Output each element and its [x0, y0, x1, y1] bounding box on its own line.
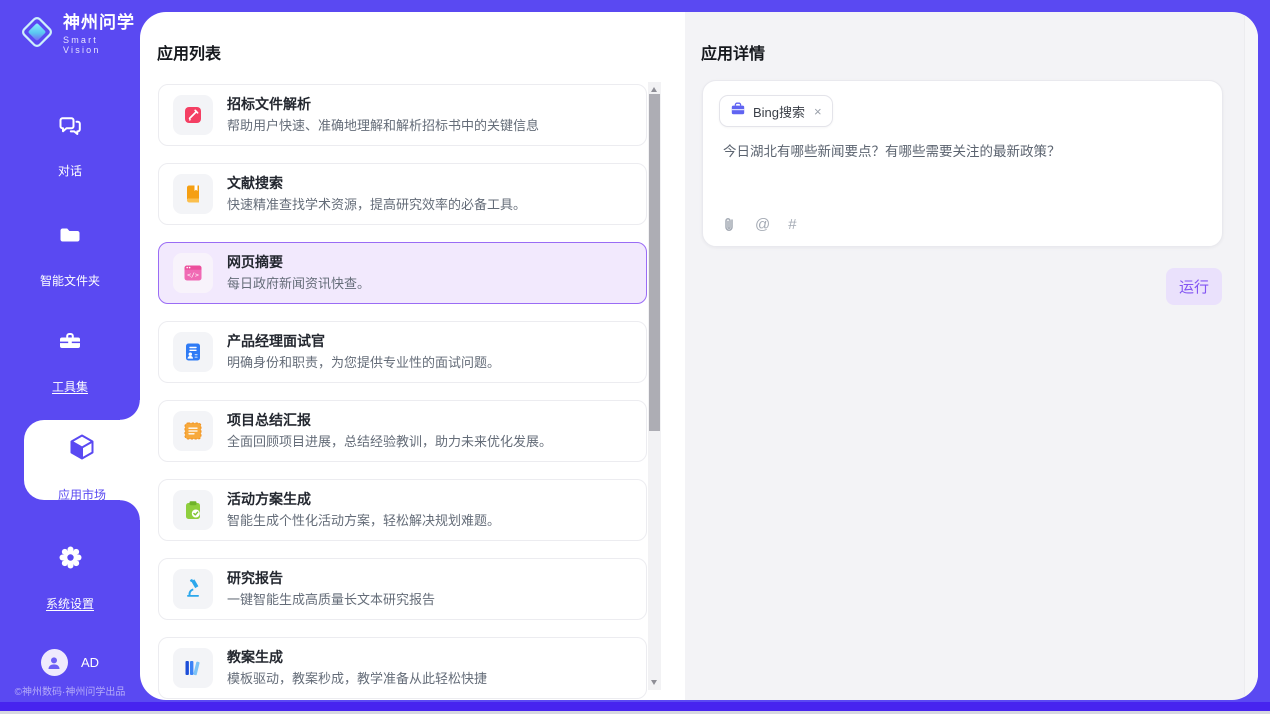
app-card-web-summary[interactable]: </> 网页摘要 每日政府新闻资讯快查。	[158, 242, 647, 304]
app-list-panel: 应用列表 招标文件解析 帮助用户快速、准确地理解和解析招标书中的关键信息	[140, 12, 685, 700]
main-content: 应用列表 招标文件解析 帮助用户快速、准确地理解和解析招标书中的关键信息	[140, 12, 1258, 700]
scroll-down-arrow-icon[interactable]	[651, 680, 657, 685]
app-card-title: 产品经理面试官	[227, 333, 500, 351]
svg-text:</>: </>	[187, 271, 199, 279]
toolbox-icon	[0, 328, 140, 354]
bottom-bar	[0, 702, 1270, 711]
query-input[interactable]: 今日湖北有哪些新闻要点？有哪些需要关注的最新政策？	[723, 143, 1202, 162]
note-icon	[173, 411, 213, 451]
sidebar: 神州问学 Smart Vision 对话 智能文件夹	[0, 0, 140, 714]
app-card-title: 文献搜索	[227, 175, 526, 193]
app-card-title: 网页摘要	[227, 254, 370, 272]
scrollbar-thumb[interactable]	[649, 94, 660, 431]
app-card-desc: 一键智能生成高质量长文本研究报告	[227, 592, 435, 608]
app-card-desc: 明确身份和职责，为您提供专业性的面试问题。	[227, 355, 500, 371]
app-card-project-summary[interactable]: 项目总结汇报 全面回顾项目进展，总结经验教训，助力未来优化发展。	[158, 400, 647, 462]
gear-icon	[0, 544, 140, 571]
app-card-desc: 快速精准查找学术资源，提高研究效率的必备工具。	[227, 197, 526, 213]
app-card-list: 招标文件解析 帮助用户快速、准确地理解和解析招标书中的关键信息 文献搜索	[158, 84, 647, 700]
app-card-title: 项目总结汇报	[227, 412, 552, 430]
app-card-literature-search[interactable]: 文献搜索 快速精准查找学术资源，提高研究效率的必备工具。	[158, 163, 647, 225]
book-icon	[173, 174, 213, 214]
webpage-code-icon: </>	[173, 253, 213, 293]
tag-close-icon[interactable]: ×	[814, 104, 822, 119]
scroll-up-arrow-icon[interactable]	[651, 87, 657, 92]
hash-icon[interactable]: #	[788, 217, 796, 232]
app-detail-title: 应用详情	[701, 40, 765, 64]
brand-name: 神州问学	[63, 14, 140, 33]
prompt-input-card: Bing搜索 × 今日湖北有哪些新闻要点？有哪些需要关注的最新政策？ @ #	[702, 80, 1223, 247]
sidebar-item-label: 对话	[58, 162, 82, 179]
brand-subtitle: Smart Vision	[63, 35, 140, 55]
tool-tag-label: Bing搜索	[753, 102, 805, 121]
sidebar-item-chat[interactable]: 对话	[0, 112, 140, 180]
cube-icon	[24, 432, 140, 462]
app-card-research-report[interactable]: 研究报告 一键智能生成高质量长文本研究报告	[158, 558, 647, 620]
user-label: AD	[81, 655, 99, 670]
app-card-desc: 全面回顾项目进展，总结经验教训，助力未来优化发展。	[227, 434, 552, 450]
app-card-desc: 智能生成个性化活动方案，轻松解决规划难题。	[227, 513, 500, 529]
user-account[interactable]: AD	[0, 649, 140, 676]
chat-icon	[0, 112, 140, 138]
app-card-pm-interviewer[interactable]: 产品经理面试官 明确身份和职责，为您提供专业性的面试问题。	[158, 321, 647, 383]
app-card-title: 活动方案生成	[227, 491, 500, 509]
folder-icon	[0, 222, 140, 248]
app-card-desc: 模板驱动，教案秒成，教学准备从此轻松快捷	[227, 671, 487, 687]
edit-document-icon	[173, 95, 213, 135]
diamond-icon	[18, 13, 56, 56]
app-card-bid-analysis[interactable]: 招标文件解析 帮助用户快速、准确地理解和解析招标书中的关键信息	[158, 84, 647, 146]
run-button[interactable]: 运行	[1166, 268, 1222, 305]
microscope-icon	[173, 569, 213, 609]
input-toolbar: @ #	[721, 216, 797, 233]
paperclip-icon[interactable]	[721, 216, 737, 233]
user-avatar-icon	[41, 649, 68, 676]
sidebar-item-toolset[interactable]: 工具集	[0, 328, 140, 396]
sidebar-item-settings[interactable]: 系统设置	[0, 544, 140, 613]
copyright-footer: ©神州数码·神州问学出品	[0, 683, 140, 698]
sidebar-item-label: 智能文件夹	[40, 272, 100, 289]
app-detail-panel: 应用详情 Bing搜索 × 今日湖北有哪些新闻要点？有哪些需要关注的最新政策？	[685, 12, 1258, 700]
sidebar-item-app-market[interactable]: 应用市场	[24, 420, 140, 500]
app-card-title: 研究报告	[227, 570, 435, 588]
app-card-lesson-plan[interactable]: 教案生成 模板驱动，教案秒成，教学准备从此轻松快捷	[158, 637, 647, 699]
interview-document-icon	[173, 332, 213, 372]
app-card-desc: 每日政府新闻资讯快查。	[227, 276, 370, 292]
app-card-title: 招标文件解析	[227, 96, 539, 114]
brand-logo: 神州问学 Smart Vision	[18, 13, 140, 56]
books-icon	[173, 648, 213, 688]
sidebar-item-smart-folder[interactable]: 智能文件夹	[0, 222, 140, 290]
tool-tag-bing-search[interactable]: Bing搜索 ×	[719, 95, 833, 127]
sidebar-item-label: 应用市场	[58, 486, 106, 503]
app-card-desc: 帮助用户快速、准确地理解和解析招标书中的关键信息	[227, 118, 539, 134]
mention-icon[interactable]: @	[755, 217, 770, 232]
app-card-event-plan[interactable]: 活动方案生成 智能生成个性化活动方案，轻松解决规划难题。	[158, 479, 647, 541]
detail-scrollbar[interactable]	[1244, 12, 1258, 700]
app-card-title: 教案生成	[227, 649, 487, 667]
sidebar-item-label: 系统设置	[46, 595, 94, 612]
app-list-title: 应用列表	[157, 40, 221, 64]
sidebar-item-label: 工具集	[52, 378, 88, 395]
list-scrollbar[interactable]	[648, 82, 661, 690]
clipboard-check-icon	[173, 490, 213, 530]
briefcase-icon	[730, 101, 746, 122]
